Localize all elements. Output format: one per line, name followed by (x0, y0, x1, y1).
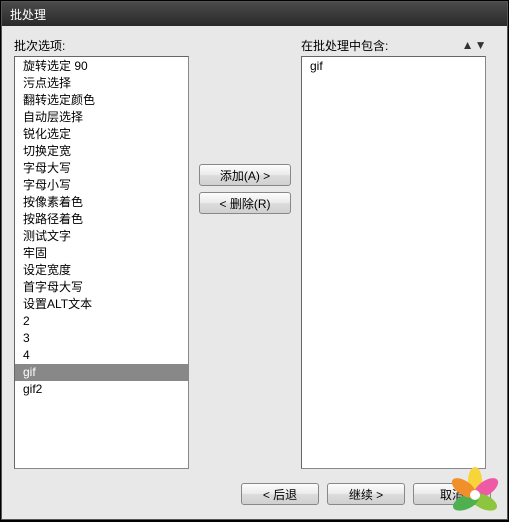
list-item[interactable]: 污点选择 (15, 75, 188, 92)
list-item[interactable]: 2 (15, 313, 188, 330)
included-listbox[interactable]: gif (301, 56, 486, 469)
reorder-controls: ▲ ▼ (462, 40, 486, 51)
list-item[interactable]: 自动层选择 (15, 109, 188, 126)
list-item[interactable]: gif2 (15, 381, 188, 398)
list-item[interactable]: 字母大写 (15, 160, 188, 177)
left-label: 批次选项: (14, 37, 65, 54)
list-item[interactable]: 设置ALT文本 (15, 296, 188, 313)
bottom-row: < 后退 继续 > 取消 (14, 477, 495, 511)
list-item[interactable]: 字母小写 (15, 177, 188, 194)
left-label-row: 批次选项: (14, 36, 189, 54)
list-item[interactable]: 按像素着色 (15, 194, 188, 211)
move-down-icon[interactable]: ▼ (475, 40, 486, 51)
list-item[interactable]: 3 (15, 330, 188, 347)
col-right: 在批处理中包含: ▲ ▼ gif (301, 36, 486, 469)
col-left: 批次选项: 旋转选定 90污点选择翻转选定颜色自动层选择锐化选定切换定宽字母大写… (14, 36, 189, 469)
move-up-icon[interactable]: ▲ (462, 40, 473, 51)
cancel-button[interactable]: 取消 (413, 483, 491, 505)
right-label: 在批处理中包含: (301, 37, 388, 54)
list-item[interactable]: 牢固 (15, 245, 188, 262)
list-item[interactable]: 旋转选定 90 (15, 58, 188, 75)
list-item[interactable]: 测试文字 (15, 228, 188, 245)
list-item[interactable]: 4 (15, 347, 188, 364)
list-item[interactable]: 切换定宽 (15, 143, 188, 160)
window-title: 批处理 (10, 6, 46, 23)
list-item[interactable]: 按路径着色 (15, 211, 188, 228)
list-item[interactable]: 首字母大写 (15, 279, 188, 296)
col-mid: 添加(A) > < 删除(R) (197, 36, 293, 469)
dialog-content: 批次选项: 旋转选定 90污点选择翻转选定颜色自动层选择锐化选定切换定宽字母大写… (2, 26, 507, 519)
right-label-row: 在批处理中包含: ▲ ▼ (301, 36, 486, 54)
options-listbox[interactable]: 旋转选定 90污点选择翻转选定颜色自动层选择锐化选定切换定宽字母大写字母小写按像… (14, 56, 189, 469)
continue-button[interactable]: 继续 > (327, 483, 405, 505)
main-row: 批次选项: 旋转选定 90污点选择翻转选定颜色自动层选择锐化选定切换定宽字母大写… (14, 36, 495, 469)
list-item[interactable]: 设定宽度 (15, 262, 188, 279)
titlebar: 批处理 (2, 2, 507, 26)
list-item[interactable]: gif (15, 364, 188, 381)
back-button[interactable]: < 后退 (241, 483, 319, 505)
list-item[interactable]: gif (302, 58, 485, 75)
list-item[interactable]: 翻转选定颜色 (15, 92, 188, 109)
add-button[interactable]: 添加(A) > (199, 164, 291, 186)
remove-button[interactable]: < 删除(R) (199, 192, 291, 214)
batch-dialog: 批处理 批次选项: 旋转选定 90污点选择翻转选定颜色自动层选择锐化选定切换定宽… (1, 1, 508, 520)
list-item[interactable]: 锐化选定 (15, 126, 188, 143)
